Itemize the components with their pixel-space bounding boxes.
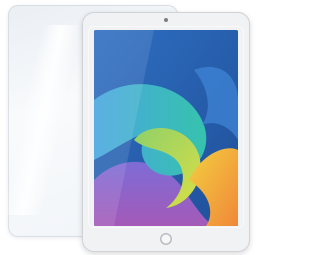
tablet-screen [94,30,238,226]
front-camera-icon [164,18,168,22]
glass-reflection [1,25,83,215]
tablet-device [82,12,250,252]
product-scene [0,0,257,255]
wallpaper [94,30,238,226]
home-button-icon [160,233,172,245]
